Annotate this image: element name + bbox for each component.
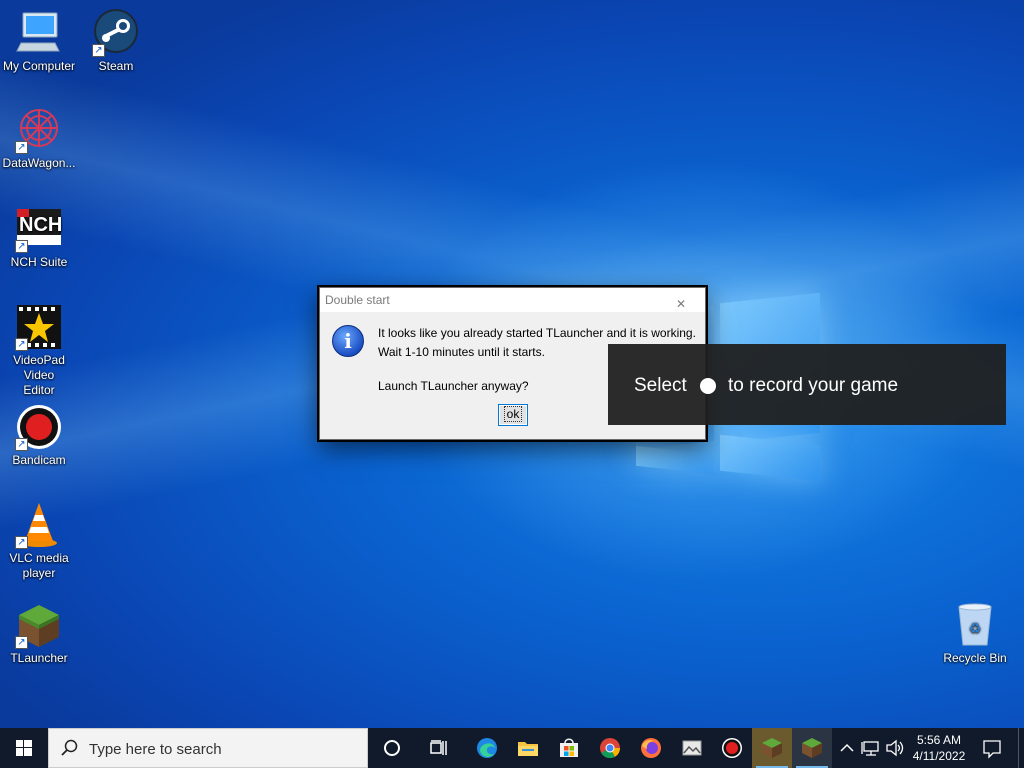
dialog-message-line: Wait 1-10 minutes until it starts. (378, 345, 545, 359)
minecraft-icon: ↗ (15, 601, 63, 649)
taskbar-firefox[interactable] (631, 728, 671, 768)
bandicam-icon (722, 738, 742, 758)
desktop-icon-label: Steam (98, 59, 134, 73)
clock-date: 4/11/2022 (912, 749, 966, 763)
taskbar-cortana[interactable] (372, 728, 412, 768)
shortcut-arrow-icon: ↗ (15, 636, 28, 649)
vlc-icon: ↗ (15, 501, 63, 549)
desktop-icon-label: Recycle Bin (943, 651, 1007, 665)
desktop-icon-label: TLauncher (10, 651, 68, 665)
recycle-bin-icon: ♻ (951, 601, 999, 649)
network-button[interactable] (860, 728, 884, 768)
taskbar-task-view[interactable] (419, 728, 459, 768)
minecraft-icon (762, 738, 782, 758)
notification-icon (983, 740, 1001, 759)
taskbar-chrome[interactable] (590, 728, 630, 768)
ok-button-label: ok (503, 406, 523, 422)
taskbar-photos[interactable] (672, 728, 712, 768)
desktop-icon-label: DataWagon... (2, 156, 76, 170)
taskbar-edge[interactable] (467, 728, 507, 768)
desktop-icon-label: NCH Suite (10, 255, 68, 269)
desktop-icon-datawagon[interactable]: ↗ DataWagon... (0, 106, 79, 171)
windows-logo-icon (16, 740, 32, 756)
shortcut-arrow-icon: ↗ (15, 141, 28, 154)
svg-text:♻: ♻ (969, 621, 982, 637)
notifications-button[interactable] (976, 728, 1008, 768)
task-view-icon (430, 740, 447, 755)
search-placeholder: Type here to search (89, 741, 222, 758)
start-button[interactable] (0, 728, 48, 768)
show-desktop-button[interactable] (1018, 728, 1024, 768)
steam-icon: ↗ (92, 9, 140, 57)
taskbar-bandicam[interactable] (712, 728, 752, 768)
shortcut-arrow-icon: ↗ (15, 438, 28, 451)
close-button[interactable]: ✕ (671, 288, 705, 312)
desktop-icon-videopad[interactable]: ↗ VideoPad Video Editor (0, 303, 79, 398)
shortcut-arrow-icon: ↗ (92, 44, 105, 57)
desktop-icon-recycle-bin[interactable]: ♻ Recycle Bin (935, 601, 1015, 666)
dialog-title: Double start (325, 293, 390, 307)
taskbar-minecraft[interactable] (792, 728, 832, 768)
shortcut-arrow-icon: ↗ (15, 338, 28, 351)
clock[interactable]: 5:56 AM 4/11/2022 (906, 732, 972, 764)
chevron-up-icon (840, 743, 854, 752)
shortcut-arrow-icon: ↗ (15, 536, 28, 549)
firefox-icon (641, 738, 661, 758)
info-icon: i (332, 325, 364, 357)
taskbar-file-explorer[interactable] (508, 728, 548, 768)
videopad-icon: ↗ (15, 303, 63, 351)
desktop-icon-label: Bandicam (12, 453, 66, 467)
desktop-icon-bandicam[interactable]: ↗ Bandicam (0, 403, 79, 468)
computer-icon (15, 9, 63, 57)
svg-text:NCH: NCH (19, 214, 62, 236)
dialog-message-line: It looks like you already started TLaunc… (378, 326, 696, 340)
desktop-icon-label: My Computer (2, 59, 76, 73)
tray-chevron-button[interactable] (837, 728, 857, 768)
desktop-icon-nch-suite[interactable]: NCH ↗ NCH Suite (0, 205, 79, 270)
record-dot-icon (700, 378, 716, 394)
minecraft-icon (802, 738, 822, 758)
bandicam-icon: ↗ (15, 403, 63, 451)
ok-button[interactable]: ok (498, 404, 528, 426)
clock-time: 5:56 AM (916, 733, 962, 747)
photos-icon (682, 740, 702, 756)
shortcut-arrow-icon: ↗ (15, 240, 28, 253)
game-bar-toast: Select to record your game (608, 344, 1006, 425)
taskbar-store[interactable] (549, 728, 589, 768)
taskbar: Type here to search 5:56 AM 4/11/2022 (0, 728, 1024, 768)
toast-suffix: to record your game (728, 375, 899, 396)
volume-icon (886, 739, 904, 757)
desktop-icon-tlauncher[interactable]: ↗ TLauncher (0, 601, 79, 666)
search-icon (61, 739, 78, 756)
file-explorer-icon (518, 742, 538, 756)
dialog-question: Launch TLauncher anyway? (378, 379, 529, 393)
desktop-icon-label: VideoPad Video Editor (13, 353, 65, 397)
cortana-icon (384, 740, 400, 756)
desktop-icon-steam[interactable]: ↗ Steam (76, 9, 156, 74)
dialog-title-bar[interactable]: Double start ✕ (320, 288, 705, 312)
desktop-icon-label: VLC media player (9, 551, 69, 580)
desktop-icon-my-computer[interactable]: My Computer (0, 9, 79, 74)
network-icon (861, 741, 879, 756)
volume-button[interactable] (884, 728, 906, 768)
datawagon-icon: ↗ (15, 106, 63, 154)
desktop-icon-vlc[interactable]: ↗ VLC media player (0, 501, 79, 581)
nch-icon: NCH ↗ (15, 205, 63, 253)
search-box[interactable]: Type here to search (48, 728, 368, 768)
taskbar-tlauncher[interactable] (752, 728, 792, 768)
store-icon (560, 738, 578, 757)
toast-prefix: Select (634, 375, 687, 396)
edge-icon (477, 738, 497, 758)
chrome-icon (600, 738, 621, 759)
